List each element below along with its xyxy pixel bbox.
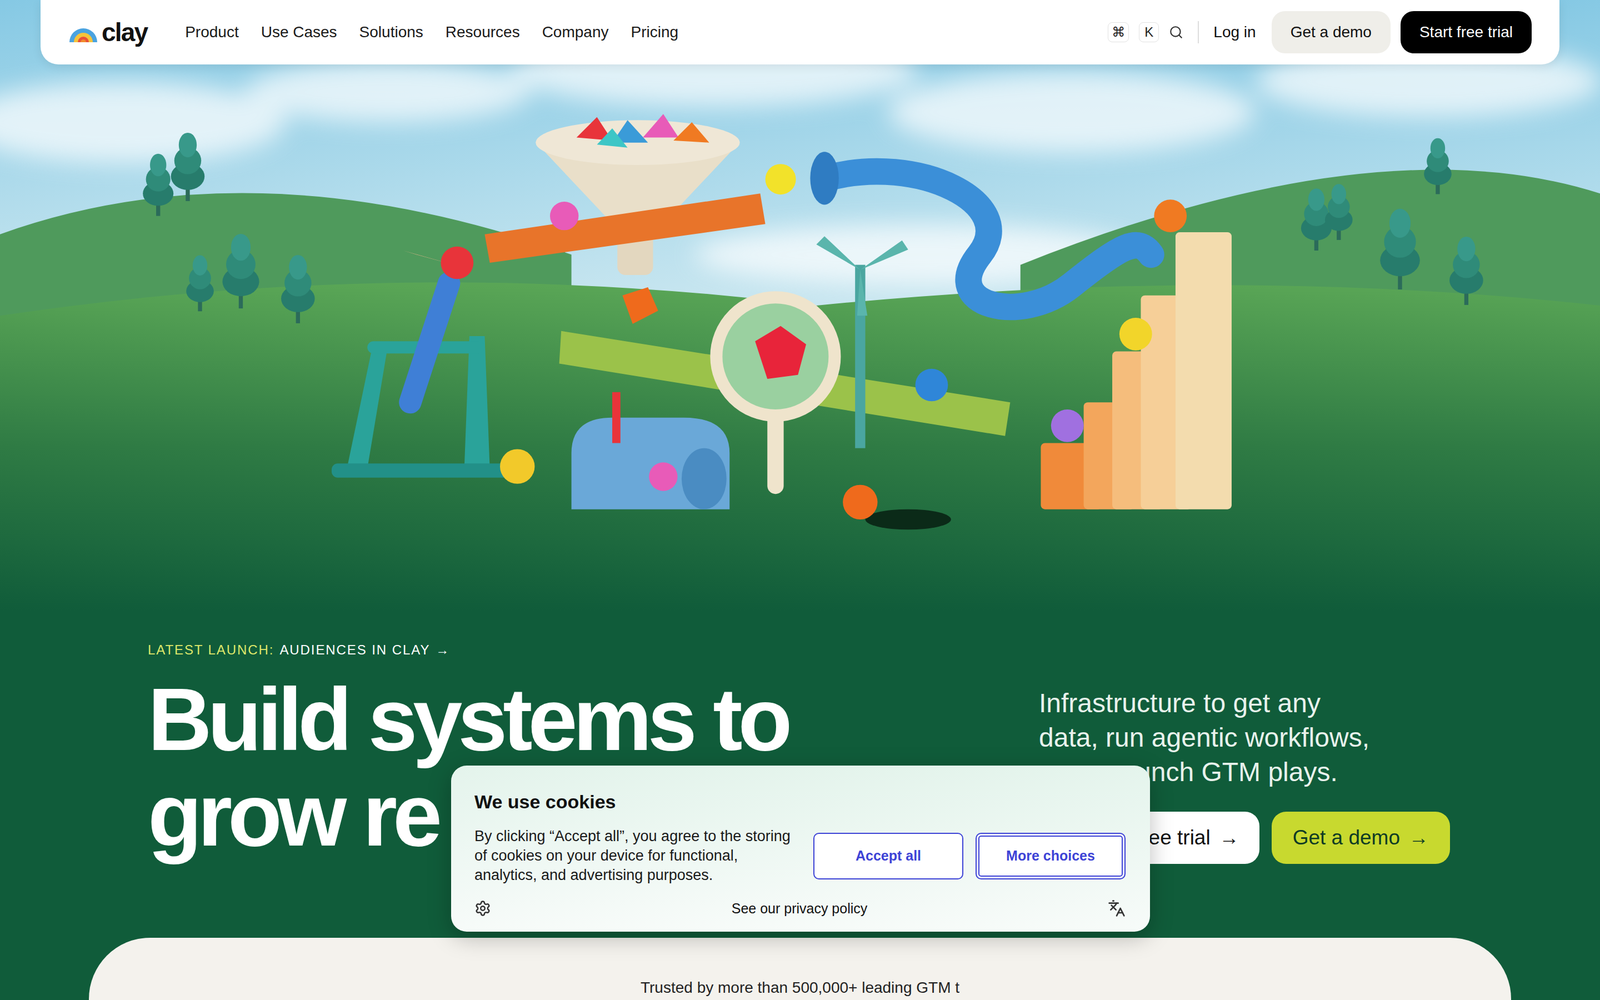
arrow-icon: →: [435, 642, 450, 658]
logo[interactable]: clay: [67, 17, 148, 48]
shortcut-key: ⌘: [1107, 22, 1129, 43]
ball: [500, 449, 535, 484]
arrow-icon: →: [1219, 826, 1240, 850]
cookie-footer: See our privacy policy: [474, 899, 1126, 918]
cta-button[interactable]: Get a demo→: [1271, 811, 1450, 864]
tree: [1325, 183, 1353, 240]
subtitle-line: Infrastructure to get any: [1038, 686, 1462, 721]
launch-title: AUDIENCES IN CLAY: [279, 642, 430, 658]
tree: [171, 132, 205, 202]
nav-links: Product Use Cases Solutions Resources Compan…: [185, 23, 679, 42]
arrow-icon: →: [1408, 826, 1429, 850]
stair-block: [1175, 232, 1232, 510]
cookie-content: By clicking “Accept all”, you agree to t…: [474, 826, 1126, 885]
search-icon: [1168, 25, 1184, 40]
tree: [186, 255, 214, 312]
magnifier: [716, 297, 835, 494]
tree: [142, 153, 174, 217]
tube: [826, 171, 1152, 308]
cookie-settings-button[interactable]: [474, 900, 492, 917]
page: clay Product Use Cases Solutions Resources Co…: [0, 0, 1600, 1000]
demo-button[interactable]: Get a demo: [1271, 11, 1391, 54]
ball: [1051, 409, 1084, 443]
ball: [1119, 317, 1153, 351]
ball: [550, 201, 579, 230]
ball: [440, 246, 474, 280]
translate-icon: [1107, 899, 1126, 918]
mailbox: [571, 392, 730, 510]
headline-line: Build systems to: [147, 671, 788, 768]
cookie-buttons: Accept allMore choices: [813, 832, 1126, 880]
cookie-title: We use cookies: [474, 790, 1126, 814]
nav-link[interactable]: Solutions: [359, 23, 424, 42]
subtitle-line: data, run agentic workflows,: [1038, 720, 1462, 755]
login-link[interactable]: Log in: [1213, 23, 1256, 42]
language-button[interactable]: [1107, 899, 1126, 918]
search-button[interactable]: [1168, 25, 1184, 40]
cube: [622, 287, 658, 324]
trough: [484, 193, 765, 263]
nav-actions: ⌘ K Log in Get a demoStart free trial: [1107, 11, 1532, 54]
nav-link[interactable]: Company: [542, 23, 609, 42]
clay-logo-icon: [67, 20, 100, 45]
ball: [842, 485, 878, 520]
tree: [281, 255, 315, 324]
logo-text: clay: [101, 17, 148, 48]
ball: [648, 462, 678, 491]
trusted-text: Trusted by more than 500,000+ leading GT…: [88, 978, 1512, 997]
launch-link[interactable]: LATEST LAUNCH: AUDIENCES IN CLAY →: [147, 641, 788, 659]
hole: [865, 509, 952, 530]
nav-link[interactable]: Pricing: [630, 23, 679, 42]
tube-end: [810, 151, 839, 205]
privacy-link[interactable]: See our privacy policy: [731, 900, 868, 917]
cookie-button[interactable]: More choices: [975, 832, 1126, 880]
nav-link[interactable]: Use Cases: [261, 23, 338, 42]
cookie-text: By clicking “Accept all”, you agree to t…: [474, 826, 797, 885]
tree: [1449, 236, 1484, 305]
launch-label: LATEST LAUNCH:: [147, 642, 274, 658]
ground: [0, 282, 1600, 612]
hero-illustration: [0, 0, 1600, 612]
nav-divider: [1197, 21, 1199, 44]
ball: [1153, 199, 1187, 233]
tree: [222, 233, 259, 309]
tree: [1423, 138, 1452, 195]
pencil: [410, 283, 449, 403]
trial-button[interactable]: Start free trial: [1400, 11, 1532, 54]
cookie-button[interactable]: Accept all: [813, 832, 964, 880]
nav-link[interactable]: Resources: [445, 23, 520, 42]
tree: [1380, 208, 1420, 290]
cookie-banner: We use cookies By clicking “Accept all”, …: [451, 765, 1150, 932]
shortcut-key: K: [1138, 22, 1159, 43]
ball: [915, 368, 949, 402]
nav-link[interactable]: Product: [185, 23, 239, 42]
hero-scene: clay Product Use Cases Solutions Resources Co…: [0, 0, 1600, 612]
trusted-section: Trusted by more than 500,000+ leading GT…: [88, 937, 1512, 1000]
settings-icon: [474, 900, 492, 917]
top-nav: clay Product Use Cases Solutions Resources Co…: [40, 0, 1560, 65]
ball: [765, 163, 797, 195]
